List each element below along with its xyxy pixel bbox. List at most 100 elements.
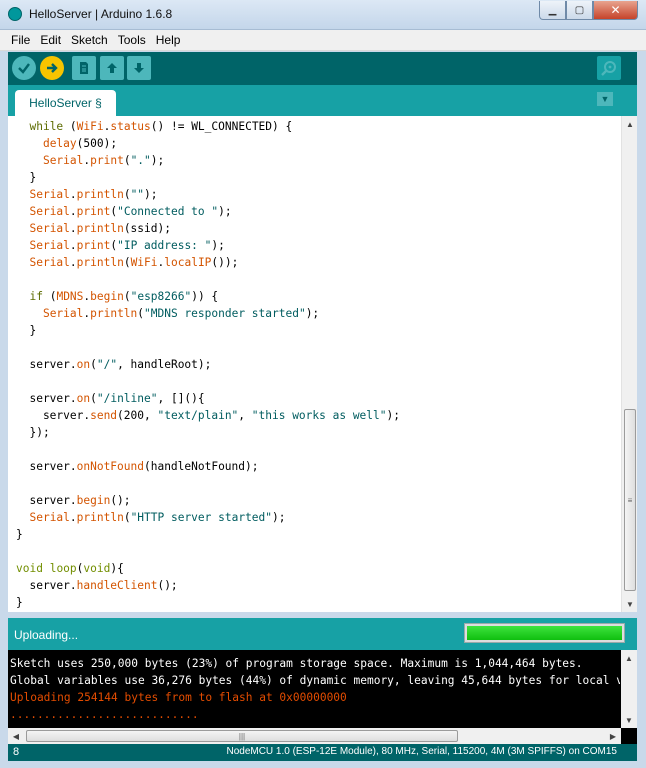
menu-bar: File Edit Sketch Tools Help: [0, 30, 646, 51]
code-token: status: [110, 120, 151, 133]
console-text: Sketch uses 250,000 bytes (23%) of progr…: [10, 655, 620, 723]
code-token: () != WL_CONNECTED) {: [150, 120, 293, 133]
scroll-right-arrow[interactable]: ▶: [605, 728, 621, 744]
maximize-button[interactable]: ▢: [566, 1, 593, 20]
code-token: }: [16, 528, 23, 541]
code-token: Serial: [29, 239, 70, 252]
console-vertical-scrollbar[interactable]: ▲ ▼: [621, 650, 637, 728]
code-line: Serial.println("MDNS responder started")…: [16, 305, 616, 322]
console-scroll-thumb[interactable]: |||: [26, 730, 458, 742]
console-output[interactable]: Sketch uses 250,000 bytes (23%) of progr…: [8, 650, 637, 744]
status-text: Uploading...: [14, 628, 79, 642]
code-line: Serial.println("HTTP server started");: [16, 509, 616, 526]
console-line: Uploading 254144 bytes from to flash at …: [10, 691, 347, 704]
serial-monitor-button[interactable]: [597, 56, 621, 80]
code-token: if: [29, 290, 43, 303]
board-info: NodeMCU 1.0 (ESP-12E Module), 80 MHz, Se…: [226, 746, 617, 757]
new-button[interactable]: [72, 56, 96, 80]
tab-menu-button[interactable]: ▼: [597, 92, 613, 106]
code-line: server.send(200, "text/plain", "this wor…: [16, 407, 616, 424]
console-line: Global variables use 36,276 bytes (44%) …: [10, 674, 620, 687]
code-token: Serial: [29, 205, 70, 218]
scroll-left-arrow[interactable]: ◀: [8, 728, 24, 744]
code-line: server.begin();: [16, 492, 616, 509]
title-bar: HelloServer | Arduino 1.6.8 ▁ ▢ ✕: [0, 0, 646, 30]
code-token: "MDNS responder started": [144, 307, 306, 320]
code-token: );: [211, 239, 225, 252]
upload-button[interactable]: [40, 56, 64, 80]
chevron-down-icon: ▼: [600, 94, 610, 104]
console-scroll-down-arrow[interactable]: ▼: [621, 712, 637, 728]
tab-helloserver[interactable]: HelloServer §: [15, 90, 116, 116]
code-token: on: [76, 358, 91, 371]
grip-icon: ≡: [627, 495, 633, 505]
code-token: "/": [96, 358, 118, 371]
console-line: ............................: [10, 708, 199, 721]
code-token: );: [305, 307, 320, 320]
scroll-down-arrow[interactable]: ▼: [622, 596, 638, 612]
code-token: delay: [42, 137, 77, 150]
code-token: server.: [16, 409, 91, 422]
code-token: .: [69, 511, 77, 524]
menu-help[interactable]: Help: [151, 33, 186, 47]
save-button[interactable]: [127, 56, 151, 80]
menu-file[interactable]: File: [6, 33, 35, 47]
code-token: (handleNotFound);: [143, 460, 259, 473]
code-token: println: [90, 307, 138, 320]
menu-sketch[interactable]: Sketch: [66, 33, 113, 47]
code-token: onNotFound: [76, 460, 144, 473]
code-line: if (MDNS.begin("esp8266")) {: [16, 288, 616, 305]
menu-tools[interactable]: Tools: [113, 33, 151, 47]
code-token: "HTTP server started": [130, 511, 273, 524]
window-title: HelloServer | Arduino 1.6.8: [29, 7, 173, 21]
code-token: .: [69, 205, 77, 218]
code-token: server.: [16, 460, 77, 473]
code-token: void: [16, 562, 43, 575]
upload-progress-bar: [464, 623, 625, 643]
code-text[interactable]: while (WiFi.status() != WL_CONNECTED) { …: [16, 118, 616, 611]
code-token: )) {: [191, 290, 219, 303]
code-token: "/inline": [96, 392, 158, 405]
verify-button[interactable]: [12, 56, 36, 80]
line-number: 8: [13, 746, 20, 758]
scroll-up-arrow[interactable]: ▲: [622, 116, 638, 132]
code-line: delay(500);: [16, 135, 616, 152]
code-line: server.on("/", handleRoot);: [16, 356, 616, 373]
editor-vertical-scrollbar[interactable]: ▲ ≡ ▼: [621, 116, 637, 612]
code-token: server.: [16, 358, 77, 371]
open-button[interactable]: [100, 56, 124, 80]
magnifier-icon: [601, 61, 616, 76]
console-horizontal-scrollbar[interactable]: ◀ ||| ▶: [8, 728, 621, 744]
code-token: , [](){: [157, 392, 205, 405]
code-token: .: [69, 222, 77, 235]
status-bar: Uploading...: [8, 618, 637, 650]
code-editor[interactable]: while (WiFi.status() != WL_CONNECTED) { …: [8, 116, 637, 612]
code-token: server.: [16, 392, 77, 405]
code-line: Serial.println(ssid);: [16, 220, 616, 237]
arrow-up-icon: [107, 63, 117, 73]
close-button[interactable]: ✕: [593, 1, 638, 20]
code-token: WiFi: [130, 256, 158, 269]
code-token: println: [76, 188, 124, 201]
code-token: "IP address: ": [117, 239, 212, 252]
tab-bar: HelloServer § ▼: [8, 85, 637, 116]
arduino-icon: [8, 7, 22, 21]
code-token: (: [123, 154, 131, 167]
code-token: (500);: [76, 137, 118, 150]
console-scroll-up-arrow[interactable]: ▲: [621, 650, 637, 666]
code-line: Serial.print("IP address: ");: [16, 237, 616, 254]
code-token: println: [76, 256, 124, 269]
code-token: );: [386, 409, 400, 422]
editor-scroll-thumb[interactable]: ≡: [624, 409, 636, 591]
menu-edit[interactable]: Edit: [35, 33, 66, 47]
code-token: .: [69, 188, 77, 201]
minimize-button[interactable]: ▁: [539, 1, 566, 20]
code-token: print: [76, 239, 111, 252]
